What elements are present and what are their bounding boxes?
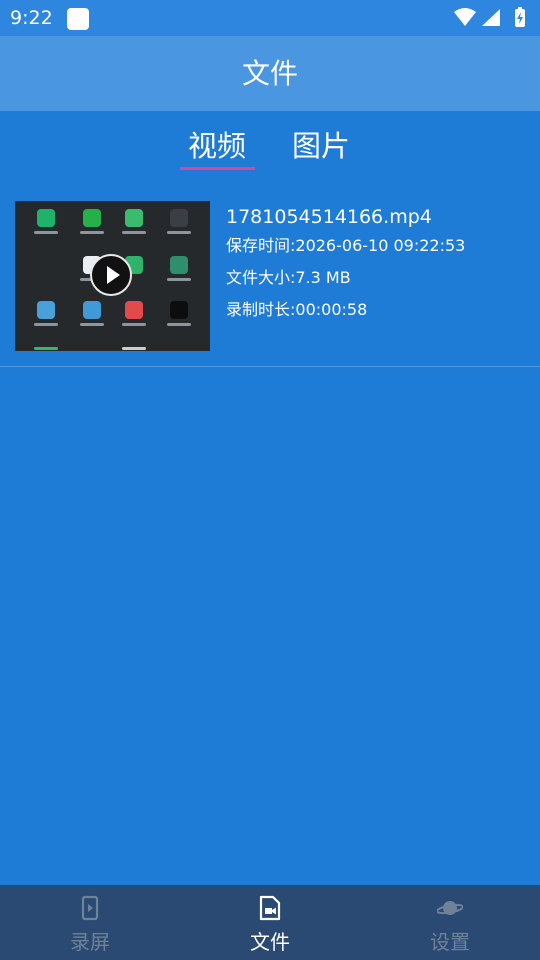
nav-label-record: 录屏 xyxy=(70,930,110,954)
planet-icon xyxy=(437,901,463,915)
list-divider xyxy=(0,366,540,367)
wifi-icon xyxy=(454,8,476,26)
status-icons xyxy=(454,7,525,27)
file-info: 1781054514166.mp4 保存时间:2026-06-10 09:22:… xyxy=(226,204,526,320)
nav-label-settings: 设置 xyxy=(430,930,470,954)
signal-icon xyxy=(482,9,500,26)
play-button[interactable] xyxy=(90,254,132,296)
file-size: 文件大小:7.3 MB xyxy=(226,268,351,287)
list-item[interactable]: 1781054514166.mp4 保存时间:2026-06-10 09:22:… xyxy=(0,190,540,366)
tab-bar: 视频 图片 xyxy=(0,111,540,171)
nav-item-settings[interactable]: 设置 xyxy=(360,885,540,960)
page-title: 文件 xyxy=(241,57,298,90)
status-bar: 9:22 xyxy=(0,0,540,36)
file-name: 1781054514166.mp4 xyxy=(226,206,432,228)
video-file-icon xyxy=(259,895,281,921)
nav-label-files: 文件 xyxy=(250,930,290,954)
status-time: 9:22 xyxy=(10,7,53,29)
file-saved-time: 保存时间:2026-06-10 09:22:53 xyxy=(226,236,466,255)
tab-video[interactable]: 视频 xyxy=(172,127,262,165)
app-bar: 文件 xyxy=(0,36,540,111)
phone-record-icon xyxy=(81,895,99,921)
tab-image[interactable]: 图片 xyxy=(276,127,366,165)
battery-icon xyxy=(515,7,525,27)
file-duration: 录制时长:00:00:58 xyxy=(226,300,368,319)
notification-icon xyxy=(67,8,89,30)
nav-item-record[interactable]: 录屏 xyxy=(0,885,180,960)
video-thumbnail[interactable] xyxy=(15,201,210,351)
play-icon xyxy=(107,266,120,284)
nav-item-files[interactable]: 文件 xyxy=(180,885,360,960)
tab-indicator xyxy=(180,167,255,170)
bottom-nav: 录屏 文件 设置 xyxy=(0,885,540,960)
